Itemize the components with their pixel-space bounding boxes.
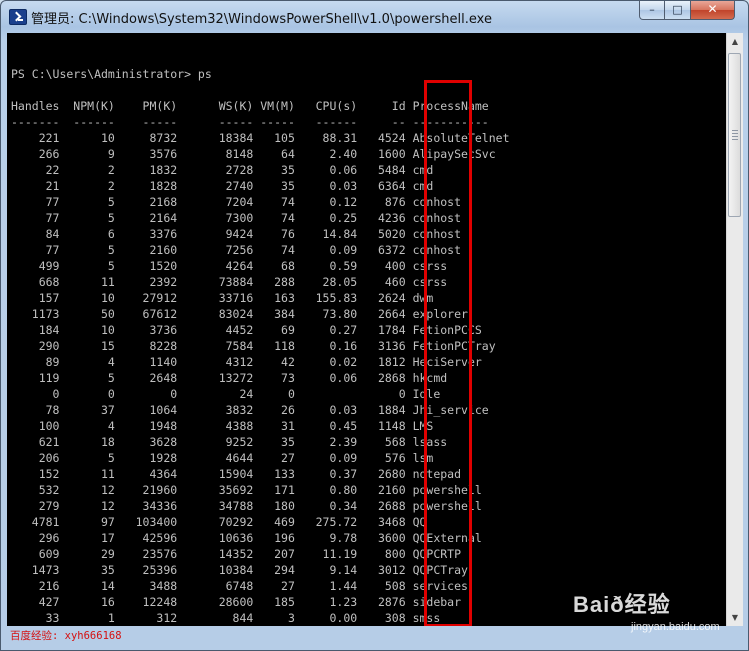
watermark-author: 百度经验: xyh666168 — [10, 630, 122, 642]
close-button[interactable]: ✕ — [691, 1, 735, 20]
thumb-grip-icon — [732, 139, 738, 140]
baidu-jingyan-logo: Baið经验 jingyan.baidu.com — [573, 587, 743, 637]
thumb-grip-icon — [732, 133, 738, 134]
thumb-grip-icon — [732, 136, 738, 137]
window-title: 管理员: C:\Windows\System32\WindowsPowerShe… — [31, 12, 492, 27]
powershell-window: 管理员: C:\Windows\System32\WindowsPowerShe… — [0, 0, 749, 651]
console-output[interactable]: PS C:\Users\Administrator> ps Handles NP… — [7, 33, 726, 626]
maximize-button[interactable]: □ — [665, 1, 691, 20]
minimize-button[interactable]: – — [639, 1, 665, 20]
powershell-icon[interactable] — [9, 9, 27, 25]
scroll-up-arrow-icon[interactable]: ▲ — [727, 33, 743, 50]
thumb-grip-icon — [732, 130, 738, 131]
title-bar[interactable]: 管理员: C:\Windows\System32\WindowsPowerShe… — [1, 1, 748, 33]
baidu-url-text: jingyan.baidu.com — [631, 621, 720, 633]
baidu-brand-text: Baið经验 — [573, 592, 671, 617]
id-column-highlight — [424, 80, 472, 627]
vertical-scrollbar[interactable]: ▲ ▼ — [726, 33, 743, 626]
scroll-thumb[interactable] — [728, 53, 741, 217]
